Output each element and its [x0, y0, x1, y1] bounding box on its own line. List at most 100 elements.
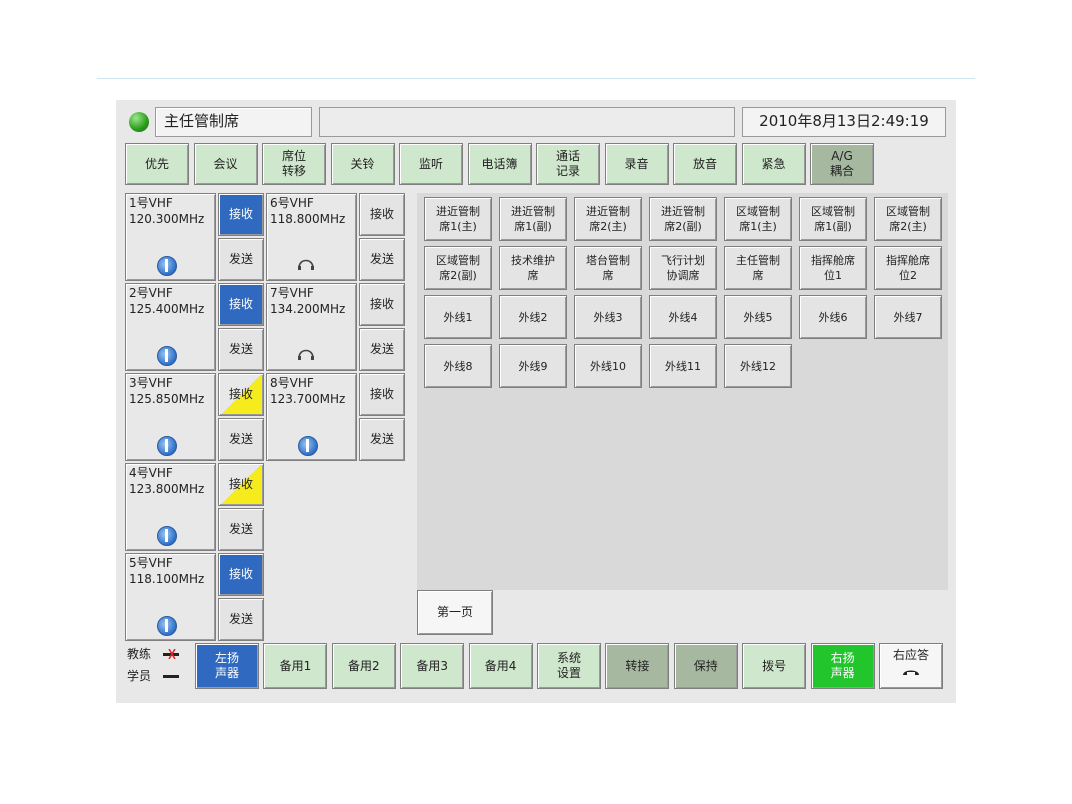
line-button[interactable]: 进近管制 席2(副): [649, 197, 717, 241]
message-bar: [319, 107, 735, 137]
function-button[interactable]: 关铃: [330, 143, 395, 185]
line-button[interactable]: 外线6: [799, 295, 867, 339]
radio-card[interactable]: 3号VHF 125.850MHz: [125, 373, 216, 461]
bottom-button[interactable]: 备用1: [263, 643, 328, 689]
send-button[interactable]: 发送: [218, 328, 264, 371]
receive-button[interactable]: 接收: [359, 373, 405, 416]
line-button[interactable]: 进近管制 席1(主): [424, 197, 492, 241]
bottom-button[interactable]: 右应答: [879, 643, 943, 689]
line-button[interactable]: 外线8: [424, 344, 492, 388]
send-button[interactable]: 发送: [359, 328, 405, 371]
line-button[interactable]: 外线12: [724, 344, 792, 388]
legend-student: 学员: [127, 669, 183, 683]
radio-card[interactable]: 1号VHF 120.300MHz: [125, 193, 216, 281]
bottom-button[interactable]: 右扬 声器: [810, 643, 875, 689]
radio-name: 6号VHF: [270, 196, 314, 210]
bottom-button[interactable]: 系统 设置: [537, 643, 601, 689]
receive-button[interactable]: 接收: [218, 283, 264, 326]
send-button[interactable]: 发送: [218, 508, 264, 551]
line-button[interactable]: 进近管制 席2(主): [574, 197, 642, 241]
bottom-button[interactable]: 备用3: [400, 643, 465, 689]
station-title: 主任管制席: [155, 107, 312, 137]
line-button[interactable]: 区域管制 席1(主): [724, 197, 792, 241]
bottom-button[interactable]: 拨号: [742, 643, 807, 689]
line-button[interactable]: 进近管制 席1(副): [499, 197, 567, 241]
radio-name: 5号VHF: [129, 556, 173, 570]
function-button[interactable]: 电话簿: [467, 143, 532, 185]
radio-frequency: 125.400MHz: [129, 302, 205, 316]
radio-frequency: 118.800MHz: [270, 212, 346, 226]
radio-card[interactable]: 4号VHF 123.800MHz: [125, 463, 216, 551]
radio-card[interactable]: 7号VHF 134.200MHz: [266, 283, 357, 371]
radio-card[interactable]: 8号VHF 123.700MHz: [266, 373, 357, 461]
bottom-button[interactable]: 转接: [605, 643, 670, 689]
bottom-button[interactable]: 备用4: [468, 643, 533, 689]
send-button[interactable]: 发送: [359, 418, 405, 461]
line-button[interactable]: 塔台管制 席: [574, 246, 642, 290]
receive-button[interactable]: 接收: [359, 283, 405, 326]
send-button[interactable]: 发送: [218, 598, 264, 641]
radio-frequency: 134.200MHz: [270, 302, 346, 316]
radio-frequency: 123.700MHz: [270, 392, 346, 406]
line-button[interactable]: 区域管制 席2(主): [874, 197, 942, 241]
line-button[interactable]: 外线7: [874, 295, 942, 339]
legend-instructor: 教练: [127, 647, 183, 661]
radio-name: 1号VHF: [129, 196, 173, 210]
receive-button[interactable]: 接收: [218, 193, 264, 236]
line-button[interactable]: 外线2: [499, 295, 567, 339]
line-button[interactable]: 区域管制 席2(副): [424, 246, 492, 290]
line-button[interactable]: 指挥舱席 位2: [874, 246, 942, 290]
top-divider-line: [97, 78, 975, 79]
phone-handset-icon: [902, 666, 920, 681]
line-button[interactable]: 外线4: [649, 295, 717, 339]
receive-button[interactable]: 接收: [218, 553, 264, 596]
radio-card[interactable]: 5号VHF 118.100MHz: [125, 553, 216, 641]
speaker-icon: [157, 526, 177, 546]
send-button[interactable]: 发送: [218, 418, 264, 461]
line-button[interactable]: 区域管制 席1(副): [799, 197, 867, 241]
function-button[interactable]: 通话 记录: [536, 143, 600, 185]
speaker-icon: [157, 346, 177, 366]
instructor-handset-muted-icon: [161, 648, 183, 660]
bottom-button[interactable]: 左扬 声器: [195, 643, 259, 689]
send-button[interactable]: 发送: [359, 238, 405, 281]
send-button[interactable]: 发送: [218, 238, 264, 281]
line-button[interactable]: 外线1: [424, 295, 492, 339]
receive-button[interactable]: 接收: [218, 463, 264, 506]
legend-student-label: 学员: [127, 669, 152, 683]
bottom-button[interactable]: 备用2: [331, 643, 396, 689]
function-button[interactable]: 紧急: [741, 143, 806, 185]
status-indicator-icon: [129, 112, 149, 132]
line-button[interactable]: 外线10: [574, 344, 642, 388]
radio-card[interactable]: 6号VHF 118.800MHz: [266, 193, 357, 281]
line-button[interactable]: 技术维护 席: [499, 246, 567, 290]
receive-button[interactable]: 接收: [359, 193, 405, 236]
radio-card[interactable]: 2号VHF 125.400MHz: [125, 283, 216, 371]
page-tab-first[interactable]: 第一页: [417, 590, 493, 635]
speaker-icon: [157, 436, 177, 456]
line-button[interactable]: 飞行计划 协调席: [649, 246, 717, 290]
line-button[interactable]: 主任管制 席: [724, 246, 792, 290]
radio-name: 2号VHF: [129, 286, 173, 300]
function-button[interactable]: A/G 耦合: [810, 143, 874, 185]
line-button[interactable]: 外线11: [649, 344, 717, 388]
radio-frequency: 118.100MHz: [129, 572, 205, 586]
receive-button[interactable]: 接收: [218, 373, 264, 416]
headset-icon: [297, 346, 315, 360]
function-button[interactable]: 监听: [399, 143, 463, 185]
line-button[interactable]: 外线5: [724, 295, 792, 339]
line-button[interactable]: 指挥舱席 位1: [799, 246, 867, 290]
function-button[interactable]: 会议: [193, 143, 258, 185]
datetime-display: 2010年8月13日2:49:19: [742, 107, 946, 137]
function-button[interactable]: 席位 转移: [262, 143, 326, 185]
headset-icon: [297, 256, 315, 270]
line-button[interactable]: 外线3: [574, 295, 642, 339]
line-button[interactable]: 外线9: [499, 344, 567, 388]
radio-name: 4号VHF: [129, 466, 173, 480]
function-button[interactable]: 优先: [125, 143, 189, 185]
radio-frequency: 123.800MHz: [129, 482, 205, 496]
function-button[interactable]: 录音: [604, 143, 669, 185]
function-button[interactable]: 放音: [673, 143, 737, 185]
bottom-button[interactable]: 保持: [673, 643, 738, 689]
legend-instructor-label: 教练: [127, 647, 152, 661]
